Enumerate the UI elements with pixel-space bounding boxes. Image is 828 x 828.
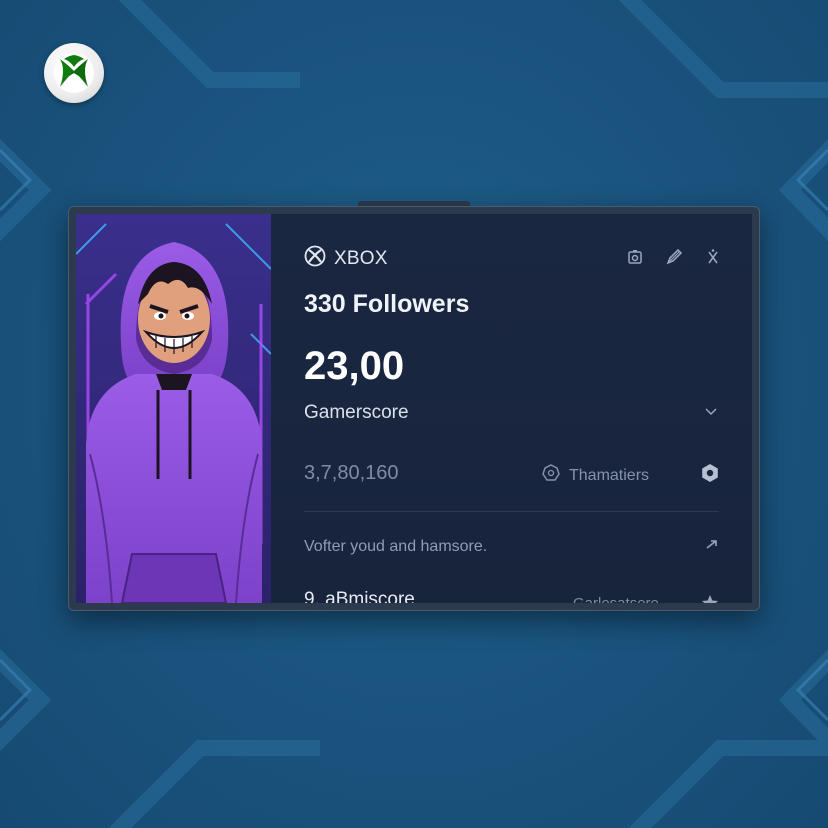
followers-count[interactable]: 330 Followers: [304, 290, 469, 319]
device-frame: XBOX 330 Followers 23,00 Gamerscore 3,7,…: [68, 206, 760, 611]
footer-label: Garlosatsore: [573, 595, 659, 603]
note-text: Vofter youd and hamsore.: [304, 538, 488, 555]
profile-screen: XBOX 330 Followers 23,00 Gamerscore 3,7,…: [76, 214, 752, 603]
arrow-icon[interactable]: [704, 536, 720, 552]
stat-tag[interactable]: Thamatiers: [541, 463, 649, 488]
xbox-icon: [304, 245, 326, 272]
brand-label: XBOX: [334, 247, 388, 269]
gamerscore-label: Gamerscore: [304, 402, 409, 423]
profile-panel: XBOX 330 Followers 23,00 Gamerscore 3,7,…: [271, 214, 752, 603]
gear-icon[interactable]: [700, 463, 720, 483]
avatar[interactable]: [76, 214, 271, 603]
chevron-down-icon[interactable]: [704, 405, 718, 419]
toolbar-icons: [626, 248, 722, 266]
camera-icon[interactable]: [626, 248, 644, 266]
stat-tag-label: Thamatiers: [569, 466, 650, 484]
star-icon[interactable]: [700, 593, 720, 603]
brand-header: XBOX: [304, 245, 388, 272]
stat-number: 3,7,80,160: [304, 462, 399, 484]
close-icon[interactable]: [704, 248, 722, 266]
badge-icon: [541, 463, 561, 488]
gamerscore-value: 23,00: [304, 344, 405, 388]
xbox-logo-icon: [44, 43, 104, 103]
pencil-icon[interactable]: [665, 248, 683, 266]
footer-score: 9, aBmiscore: [304, 589, 415, 603]
divider: [304, 511, 719, 512]
